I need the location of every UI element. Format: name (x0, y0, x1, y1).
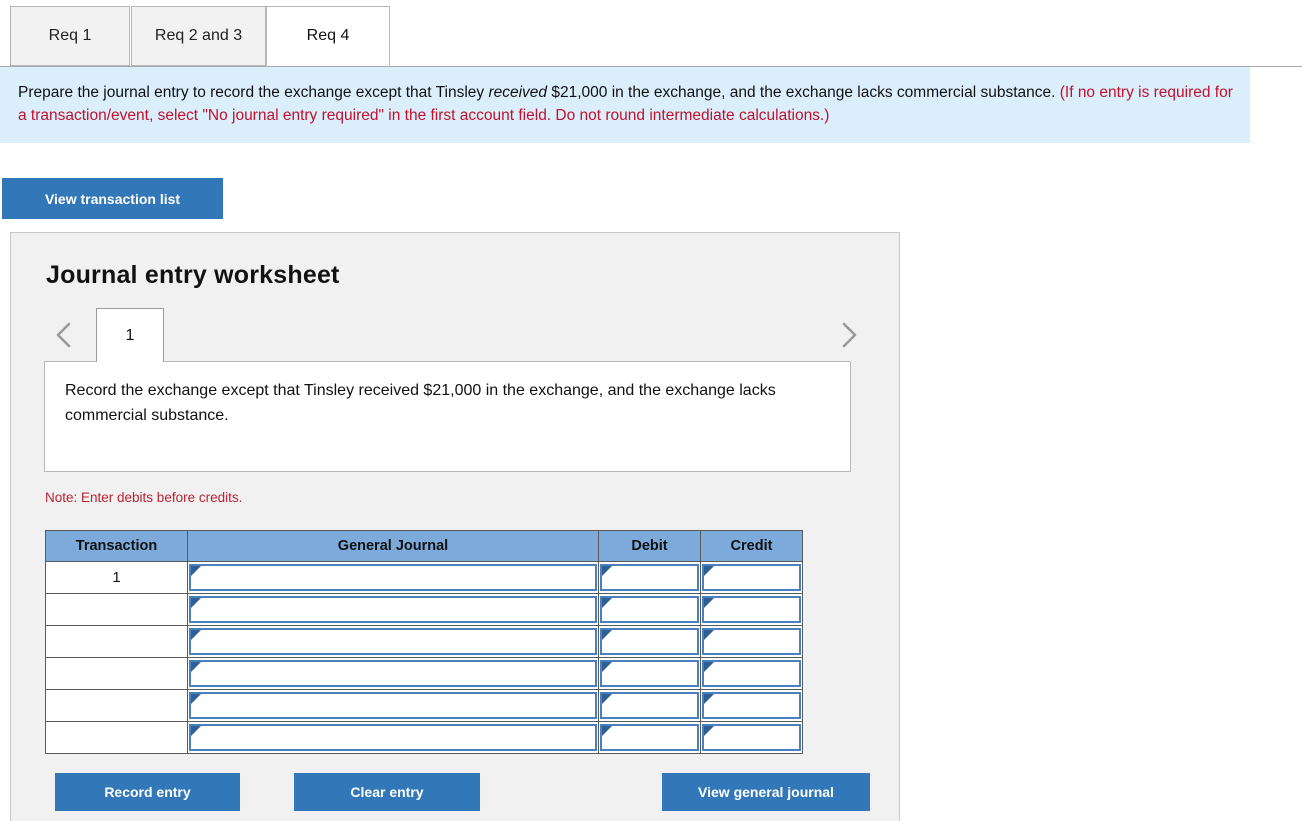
chevron-right-icon[interactable] (829, 308, 869, 361)
transaction-number-cell: 1 (45, 561, 188, 594)
worksheet-description-text: Record the exchange except that Tinsley … (65, 382, 776, 424)
view-general-journal-button[interactable]: View general journal (662, 773, 870, 811)
credit-cell[interactable] (700, 593, 803, 626)
tab-req-2-and-3[interactable]: Req 2 and 3 (131, 6, 266, 66)
account-select-input[interactable] (189, 724, 597, 751)
tab-req-4[interactable]: Req 4 (266, 6, 390, 66)
worksheet-description-box: Record the exchange except that Tinsley … (44, 361, 851, 472)
column-header-credit: Credit (700, 530, 803, 562)
tab-label: Req 2 and 3 (154, 27, 243, 44)
journal-entry-worksheet-panel: Journal entry worksheet 1 Record the exc… (10, 232, 900, 821)
transaction-number-cell (45, 593, 188, 626)
table-row: 1 (45, 561, 803, 594)
account-select-input[interactable] (189, 564, 597, 591)
chevron-left-icon[interactable] (44, 308, 84, 361)
tab-req-1[interactable]: Req 1 (10, 6, 130, 66)
general-journal-cell[interactable] (187, 657, 599, 690)
worksheet-page-tab-1[interactable]: 1 (96, 308, 164, 362)
view-transaction-list-button[interactable]: View transaction list (2, 178, 223, 219)
debit-cell[interactable] (598, 593, 701, 626)
worksheet-pager: 1 (44, 308, 869, 362)
debit-amount-input[interactable] (600, 692, 699, 719)
journal-entry-table: Transaction General Journal Debit Credit… (45, 530, 803, 754)
journal-entry-table-body: 1 (45, 561, 803, 754)
table-row (45, 721, 803, 754)
worksheet-page-number: 1 (125, 326, 135, 344)
instruction-text-part1: Prepare the journal entry to record the … (18, 84, 489, 101)
table-row (45, 689, 803, 722)
column-header-general-journal: General Journal (187, 530, 599, 562)
debit-cell[interactable] (598, 657, 701, 690)
instruction-emphasis: received (488, 84, 548, 101)
credit-cell[interactable] (700, 721, 803, 754)
transaction-number-cell (45, 657, 188, 690)
credit-amount-input[interactable] (702, 724, 801, 751)
general-journal-cell[interactable] (187, 561, 599, 594)
table-header-row: Transaction General Journal Debit Credit (45, 530, 803, 562)
general-journal-cell[interactable] (187, 689, 599, 722)
credit-cell[interactable] (700, 561, 803, 594)
debits-before-credits-note: Note: Enter debits before credits. (45, 490, 243, 505)
debit-cell[interactable] (598, 689, 701, 722)
debit-cell[interactable] (598, 625, 701, 658)
record-entry-button[interactable]: Record entry (55, 773, 240, 811)
credit-amount-input[interactable] (702, 596, 801, 623)
general-journal-cell[interactable] (187, 721, 599, 754)
credit-amount-input[interactable] (702, 660, 801, 687)
worksheet-action-buttons: Record entry Clear entry View general jo… (45, 773, 872, 813)
column-header-transaction: Transaction (45, 530, 188, 562)
requirement-tabs: Req 1 Req 2 and 3 Req 4 (0, 0, 1302, 68)
account-select-input[interactable] (189, 660, 597, 687)
general-journal-cell[interactable] (187, 625, 599, 658)
account-select-input[interactable] (189, 596, 597, 623)
table-row (45, 657, 803, 690)
credit-amount-input[interactable] (702, 564, 801, 591)
general-journal-cell[interactable] (187, 593, 599, 626)
instruction-panel: Prepare the journal entry to record the … (0, 67, 1250, 143)
tab-label: Req 1 (48, 27, 92, 44)
transaction-number-cell (45, 721, 188, 754)
credit-cell[interactable] (700, 657, 803, 690)
credit-amount-input[interactable] (702, 692, 801, 719)
table-row (45, 593, 803, 626)
worksheet-title: Journal entry worksheet (46, 261, 340, 289)
account-select-input[interactable] (189, 692, 597, 719)
clear-entry-button[interactable]: Clear entry (294, 773, 480, 811)
debit-amount-input[interactable] (600, 628, 699, 655)
credit-cell[interactable] (700, 689, 803, 722)
debit-amount-input[interactable] (600, 564, 699, 591)
instruction-text-part2: $21,000 in the exchange, and the exchang… (547, 84, 1060, 101)
column-header-debit: Debit (598, 530, 701, 562)
credit-cell[interactable] (700, 625, 803, 658)
debit-cell[interactable] (598, 721, 701, 754)
transaction-number-cell (45, 689, 188, 722)
account-select-input[interactable] (189, 628, 597, 655)
debit-cell[interactable] (598, 561, 701, 594)
table-row (45, 625, 803, 658)
debit-amount-input[interactable] (600, 660, 699, 687)
tab-label: Req 4 (306, 27, 350, 44)
transaction-number-cell (45, 625, 188, 658)
debit-amount-input[interactable] (600, 724, 699, 751)
credit-amount-input[interactable] (702, 628, 801, 655)
debit-amount-input[interactable] (600, 596, 699, 623)
